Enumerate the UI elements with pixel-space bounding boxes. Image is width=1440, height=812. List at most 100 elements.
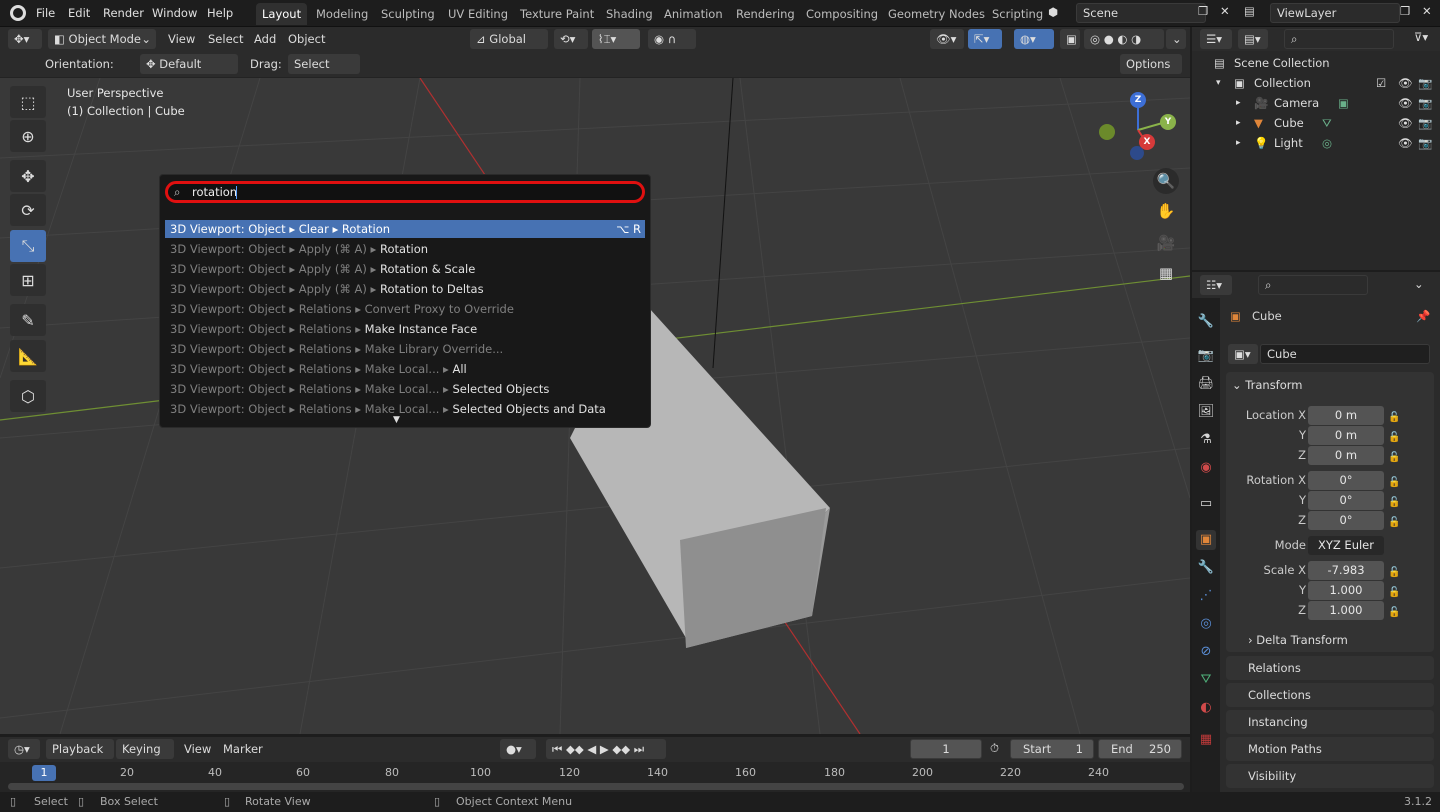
eye-icon[interactable]: 👁: [1398, 113, 1413, 133]
properties-editor-button[interactable]: ☷▾: [1200, 275, 1232, 295]
search-result[interactable]: 3D Viewport: Object ▸ Apply (⌘ A) ▸ Rota…: [165, 280, 645, 298]
shading-options-button[interactable]: ⌄: [1166, 29, 1186, 49]
camera-render-icon[interactable]: 📷: [1418, 73, 1432, 93]
camera-view-icon[interactable]: 🎥: [1153, 230, 1179, 256]
render-tab-icon[interactable]: 📷: [1196, 346, 1216, 366]
snap-toggle[interactable]: ⌇⌶▾: [592, 29, 640, 49]
transform-tool[interactable]: ⊞: [10, 264, 46, 296]
scale-y-field[interactable]: 1.000: [1308, 581, 1384, 600]
rotation-mode-dropdown[interactable]: XYZ Euler: [1308, 536, 1384, 555]
scroll-down-icon[interactable]: ▼: [393, 415, 400, 425]
motion-paths-panel[interactable]: Motion Paths: [1226, 737, 1434, 761]
expand-icon[interactable]: ▸: [1236, 133, 1241, 153]
expand-icon[interactable]: ▾: [1216, 73, 1221, 93]
move-tool[interactable]: ✥: [10, 160, 46, 192]
editor-type-button[interactable]: ✥▾: [8, 29, 42, 49]
data-tab-icon[interactable]: ⛛: [1196, 670, 1216, 690]
gizmo-toggle[interactable]: ⇱▾: [968, 29, 1002, 49]
search-result[interactable]: 3D Viewport: Object ▸ Relations ▸ Make L…: [165, 340, 645, 358]
outliner-item-camera[interactable]: ▸ 🎥 Camera ▣ 👁 📷: [1192, 93, 1440, 113]
menu-marker[interactable]: Marker: [223, 739, 263, 759]
timeline-editor-button[interactable]: ◷▾: [8, 739, 40, 759]
rotate-tool[interactable]: ⟳: [10, 194, 46, 226]
collections-panel[interactable]: Collections: [1226, 683, 1434, 707]
object-name[interactable]: Cube: [1252, 309, 1282, 323]
menu-render[interactable]: Render: [103, 4, 144, 22]
object-tab-icon[interactable]: ▣: [1196, 530, 1216, 550]
eye-icon[interactable]: 👁: [1398, 133, 1413, 153]
view-layer-tab-icon[interactable]: 🖼: [1196, 402, 1216, 422]
data-block-name-field[interactable]: Cube: [1260, 344, 1430, 364]
rotation-x-field[interactable]: 0°: [1308, 471, 1384, 490]
camera-render-icon[interactable]: 📷: [1418, 133, 1432, 153]
scene-name[interactable]: Scene: [1076, 3, 1206, 23]
navigation-gizmo[interactable]: Z Y X: [1096, 90, 1176, 170]
location-z-field[interactable]: 0 m: [1308, 446, 1384, 465]
display-mode-button[interactable]: ▤▾: [1238, 29, 1268, 49]
search-result[interactable]: 3D Viewport: Object ▸ Relations ▸ Make L…: [165, 400, 645, 418]
chevron-down-icon[interactable]: ⌄: [1414, 277, 1424, 291]
menu-file[interactable]: File: [36, 4, 55, 22]
tab-uv-editing[interactable]: UV Editing: [442, 3, 514, 25]
rotation-y-field[interactable]: 0°: [1308, 491, 1384, 510]
pivot-point-button[interactable]: ⟲▾: [554, 29, 588, 49]
drag-dropdown[interactable]: Select Box: [288, 54, 360, 91]
xray-toggle[interactable]: ▣: [1060, 29, 1080, 49]
grid-ortho-icon[interactable]: ▦: [1153, 260, 1179, 286]
tab-layout[interactable]: Layout: [256, 3, 308, 25]
transform-header[interactable]: ⌄ Transform: [1232, 375, 1303, 395]
visibility-panel[interactable]: Visibility: [1226, 764, 1434, 788]
outliner-item-cube[interactable]: ▸ ▼ Cube ⛛ 👁 📷: [1192, 113, 1440, 133]
gizmo-neg-z[interactable]: [1130, 146, 1144, 160]
rotation-z-field[interactable]: 0°: [1308, 511, 1384, 530]
annotate-tool[interactable]: ✎: [10, 304, 46, 336]
outliner-item-light[interactable]: ▸ 💡 Light ◎ 👁 📷: [1192, 133, 1440, 153]
playhead[interactable]: 1: [32, 765, 56, 781]
blender-logo-icon[interactable]: [10, 5, 26, 21]
tab-modeling[interactable]: Modeling: [310, 3, 374, 25]
tab-animation[interactable]: Animation: [658, 3, 729, 25]
menu-add[interactable]: Add: [254, 29, 276, 49]
add-cube-tool[interactable]: ⬡: [10, 380, 46, 412]
material-tab-icon[interactable]: ◐: [1196, 698, 1216, 718]
physics-tab-icon[interactable]: ◎: [1196, 614, 1216, 634]
view-layer-selector[interactable]: ▤ ViewLayer ❐ ✕: [1240, 3, 1436, 23]
duplicate-layer-icon[interactable]: ❐: [1400, 4, 1410, 18]
outliner-scene-collection[interactable]: ▤ Scene Collection: [1192, 53, 1440, 73]
modifier-tab-icon[interactable]: 🔧: [1196, 558, 1216, 578]
tool-tab-icon[interactable]: 🔧: [1196, 312, 1216, 332]
output-tab-icon[interactable]: 🖨: [1196, 374, 1216, 394]
timeline-ruler[interactable]: 1 20 40 60 80 100 120 140 160 180 200 22…: [0, 762, 1190, 792]
select-box-tool[interactable]: ⬚: [10, 86, 46, 118]
world-tab-icon[interactable]: ◉: [1196, 458, 1216, 478]
tab-scripting[interactable]: Scripting: [986, 3, 1049, 25]
orientation-dropdown[interactable]: ✥ Default: [140, 54, 238, 74]
duplicate-scene-icon[interactable]: ❐: [1198, 4, 1208, 18]
scale-tool[interactable]: ⤡: [10, 230, 46, 262]
collection-tab-icon[interactable]: ▭: [1196, 494, 1216, 514]
close-icon[interactable]: ✕: [1422, 4, 1432, 18]
measure-tool[interactable]: 📐: [10, 340, 46, 372]
filter-icon[interactable]: ⊽▾: [1414, 30, 1428, 44]
menu-view[interactable]: View: [168, 29, 195, 49]
menu-select[interactable]: Select: [208, 29, 243, 49]
menu-playback[interactable]: Playback: [46, 739, 114, 759]
search-result[interactable]: 3D Viewport: Object ▸ Relations ▸ Make I…: [165, 320, 645, 338]
tab-shading[interactable]: Shading: [600, 3, 659, 25]
eye-icon[interactable]: 👁: [1398, 93, 1413, 113]
constraints-tab-icon[interactable]: ⊘: [1196, 642, 1216, 662]
camera-render-icon[interactable]: 📷: [1418, 113, 1432, 133]
timeline-scrollbar[interactable]: [8, 783, 1184, 790]
mode-dropdown[interactable]: ◧ Object Mode ⌄: [48, 29, 156, 49]
end-frame-field[interactable]: End 250: [1098, 739, 1182, 759]
search-result[interactable]: 3D Viewport: Object ▸ Relations ▸ Make L…: [165, 360, 645, 378]
instancing-panel[interactable]: Instancing: [1226, 710, 1434, 734]
eye-icon[interactable]: 👁: [1398, 73, 1413, 93]
camera-render-icon[interactable]: 📷: [1418, 93, 1432, 113]
data-block-browse-button[interactable]: ▣▾: [1228, 344, 1258, 364]
outliner-search-input[interactable]: ⌕: [1284, 29, 1394, 49]
search-result[interactable]: 3D Viewport: Object ▸ Clear ▸ Rotation ⌥ …: [165, 220, 645, 238]
tab-compositing[interactable]: Compositing: [800, 3, 884, 25]
cursor-tool[interactable]: ⊕: [10, 120, 46, 152]
scene-selector[interactable]: ⬢ Scene ❐ ✕: [1044, 3, 1234, 23]
